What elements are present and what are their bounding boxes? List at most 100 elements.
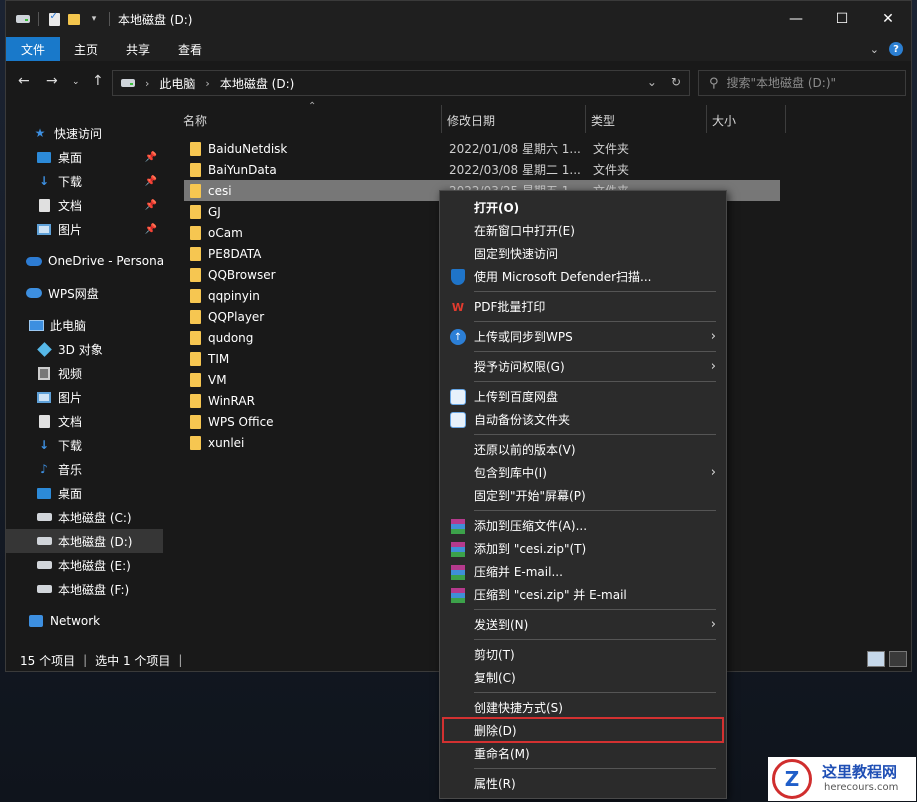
- refresh-icon[interactable]: ↻: [671, 75, 681, 89]
- nav-downloads-pinned[interactable]: ↓ 下载 📌: [6, 169, 163, 193]
- new-folder-icon[interactable]: [67, 13, 81, 25]
- menu-label: PDF批量打印: [474, 300, 546, 314]
- menu-compress-zip-email[interactable]: 压缩到 "cesi.zip" 并 E-mail: [440, 583, 726, 606]
- menu-upload-baidu[interactable]: 上传到百度网盘: [440, 385, 726, 408]
- nav-label: 视频: [58, 366, 83, 381]
- file-name: PE8DATA: [208, 246, 262, 261]
- menu-add-archive[interactable]: 添加到压缩文件(A)...: [440, 514, 726, 537]
- chevron-right-icon[interactable]: ›: [205, 77, 209, 90]
- menu-upload-wps[interactable]: ↑ 上传或同步到WPS ›: [440, 325, 726, 348]
- search-box[interactable]: ⚲: [698, 70, 906, 96]
- menu-open[interactable]: 打开(O): [440, 196, 726, 219]
- menu-pin-quick-access[interactable]: 固定到快速访问: [440, 242, 726, 265]
- nav-network[interactable]: Network: [6, 609, 163, 633]
- nav-pictures[interactable]: 图片: [6, 385, 163, 409]
- large-icons-view-icon[interactable]: [889, 651, 907, 667]
- menu-create-shortcut[interactable]: 创建快捷方式(S): [440, 696, 726, 719]
- nav-3d-objects[interactable]: 3D 对象: [6, 337, 163, 361]
- breadcrumb-drive-d[interactable]: 本地磁盘 (D:): [220, 75, 294, 92]
- nav-documents-pinned[interactable]: 文档 📌: [6, 193, 163, 217]
- window-title: 本地磁盘 (D:): [118, 12, 193, 27]
- nav-pictures-pinned[interactable]: 图片 📌: [6, 217, 163, 241]
- menu-rename[interactable]: 重命名(M): [440, 742, 726, 765]
- column-type[interactable]: 类型: [591, 112, 615, 129]
- address-dropdown-icon[interactable]: ⌄: [647, 75, 657, 89]
- menu-compress-email[interactable]: 压缩并 E-mail...: [440, 560, 726, 583]
- nav-drive-d[interactable]: 本地磁盘 (D:): [6, 529, 163, 553]
- expand-ribbon-icon[interactable]: ⌄: [870, 43, 879, 56]
- chevron-right-icon[interactable]: ›: [145, 77, 149, 90]
- menu-include-library[interactable]: 包含到库中(I) ›: [440, 461, 726, 484]
- file-name: GJ: [208, 204, 221, 219]
- column-name[interactable]: 名称: [183, 112, 207, 129]
- breadcrumb-this-pc[interactable]: 此电脑: [159, 75, 195, 92]
- up-arrow-icon[interactable]: ↑: [92, 73, 104, 89]
- menu-separator: [474, 321, 716, 322]
- menu-pdf-batch-print[interactable]: W PDF批量打印: [440, 295, 726, 318]
- search-input[interactable]: [726, 76, 897, 90]
- menu-pin-start[interactable]: 固定到"开始"屏幕(P): [440, 484, 726, 507]
- nav-music[interactable]: ♪ 音乐: [6, 457, 163, 481]
- document-icon: [36, 414, 52, 428]
- menu-auto-backup[interactable]: 自动备份该文件夹: [440, 408, 726, 431]
- column-divider[interactable]: [706, 105, 707, 133]
- download-icon: ↓: [38, 438, 50, 452]
- menu-send-to[interactable]: 发送到(N) ›: [440, 613, 726, 636]
- menu-label: 属性(R): [474, 777, 516, 791]
- nav-documents[interactable]: 文档: [6, 409, 163, 433]
- file-name: TIM: [208, 351, 230, 366]
- help-icon[interactable]: ?: [889, 42, 903, 56]
- forward-arrow-icon[interactable]: →: [46, 73, 58, 89]
- menu-cut[interactable]: 剪切(T): [440, 643, 726, 666]
- nav-wps-cloud[interactable]: WPS网盘: [6, 281, 163, 305]
- tab-view[interactable]: 查看: [164, 37, 216, 61]
- tab-file[interactable]: 文件: [6, 37, 61, 61]
- nav-videos[interactable]: 视频: [6, 361, 163, 385]
- file-name: oCam: [208, 225, 243, 240]
- nav-this-pc[interactable]: 此电脑: [6, 313, 163, 337]
- nav-desktop-pinned[interactable]: 桌面 📌: [6, 145, 163, 169]
- maximize-button[interactable]: ☐: [819, 1, 865, 37]
- recent-locations-icon[interactable]: ⌄: [72, 77, 80, 87]
- nav-downloads[interactable]: ↓ 下载: [6, 433, 163, 457]
- address-bar[interactable]: › 此电脑 › 本地磁盘 (D:) ⌄ ↻: [112, 70, 690, 96]
- menu-delete[interactable]: 删除(D): [442, 717, 724, 743]
- nav-quick-access[interactable]: ★ 快速访问: [6, 121, 163, 145]
- back-arrow-icon[interactable]: ←: [18, 73, 30, 89]
- folder-icon: [190, 352, 201, 366]
- nav-drive-f[interactable]: 本地磁盘 (F:): [6, 577, 163, 601]
- file-row[interactable]: BaiduNetdisk 2022/01/08 星期六 1... 文件夹: [184, 138, 780, 159]
- wps-cloud-icon: [26, 286, 42, 300]
- properties-icon[interactable]: [47, 11, 61, 26]
- menu-open-new-window[interactable]: 在新窗口中打开(E): [440, 219, 726, 242]
- file-name: WinRAR: [208, 393, 255, 408]
- file-row[interactable]: BaiYunData 2022/03/08 星期二 1... 文件夹: [184, 159, 780, 180]
- column-divider[interactable]: [585, 105, 586, 133]
- column-divider[interactable]: [785, 105, 786, 133]
- close-button[interactable]: ✕: [865, 1, 911, 37]
- nav-drive-e[interactable]: 本地磁盘 (E:): [6, 553, 163, 577]
- minimize-button[interactable]: —: [773, 1, 819, 37]
- column-size[interactable]: 大小: [712, 112, 736, 129]
- pin-icon: 📌: [144, 223, 157, 235]
- menu-grant-access[interactable]: 授予访问权限(G) ›: [440, 355, 726, 378]
- details-view-icon[interactable]: [867, 651, 885, 667]
- nav-desktop[interactable]: 桌面: [6, 481, 163, 505]
- menu-copy[interactable]: 复制(C): [440, 666, 726, 689]
- divider: [38, 12, 39, 26]
- menu-defender-scan[interactable]: 使用 Microsoft Defender扫描...: [440, 265, 726, 288]
- file-date: 2022/03/08 星期二 1...: [449, 163, 581, 177]
- menu-label: 发送到(N): [474, 618, 529, 632]
- menu-restore-versions[interactable]: 还原以前的版本(V): [440, 438, 726, 461]
- nav-onedrive[interactable]: OneDrive - Persona: [6, 249, 163, 273]
- tab-share[interactable]: 共享: [112, 37, 164, 61]
- chevron-down-icon[interactable]: ▾: [87, 13, 101, 25]
- column-divider[interactable]: [441, 105, 442, 133]
- tab-home[interactable]: 主页: [60, 37, 112, 61]
- document-icon: [36, 198, 52, 212]
- column-date[interactable]: 修改日期: [447, 112, 495, 129]
- nav-drive-c[interactable]: 本地磁盘 (C:): [6, 505, 163, 529]
- menu-add-zip[interactable]: 添加到 "cesi.zip"(T): [440, 537, 726, 560]
- menu-properties[interactable]: 属性(R): [440, 772, 726, 795]
- nav-label: 文档: [58, 198, 83, 213]
